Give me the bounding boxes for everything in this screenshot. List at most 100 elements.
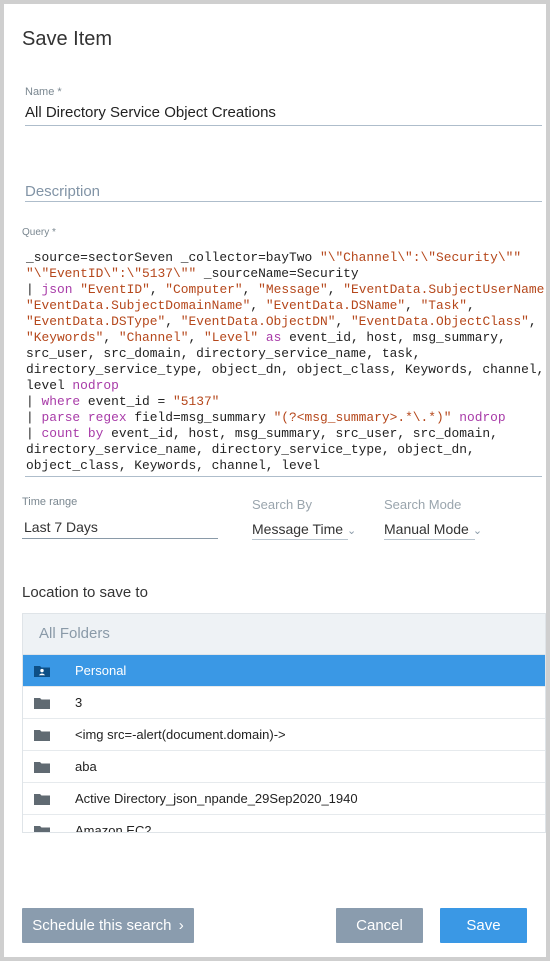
schedule-search-label: Schedule this search bbox=[32, 917, 172, 934]
query-line: src_user, src_domain, directory_service_… bbox=[26, 346, 542, 362]
query-keyword: count by bbox=[41, 426, 104, 441]
query-text: | bbox=[26, 282, 42, 297]
query-text: , bbox=[528, 314, 537, 329]
query-string: "EventData.DSName" bbox=[265, 298, 406, 313]
save-item-dialog: Save Item Name * All Directory Service O… bbox=[4, 4, 546, 957]
folder-row[interactable]: aba bbox=[23, 751, 545, 783]
chevron-down-icon: ⌄ bbox=[347, 525, 357, 537]
query-keyword: as bbox=[265, 330, 282, 345]
query-string: "\"EventID\":\"5137\"" bbox=[26, 266, 197, 281]
query-line: | json "EventID", "Computer", "Message",… bbox=[26, 282, 546, 298]
query-text: , bbox=[327, 282, 344, 297]
chevron-down-icon: ⌄ bbox=[472, 525, 483, 537]
folder-row[interactable]: Amazon EC2 bbox=[23, 815, 545, 833]
name-label: Name * bbox=[25, 86, 62, 98]
query-text: src_user, src_domain, directory_service_… bbox=[26, 346, 421, 361]
query-line: directory_service_name, directory_servic… bbox=[26, 442, 542, 458]
folder-row[interactable]: 3 bbox=[23, 687, 545, 719]
folder-icon bbox=[34, 793, 50, 805]
folder-row[interactable]: Active Directory_json_npande_29Sep2020_1… bbox=[23, 783, 545, 815]
query-label: Query * bbox=[22, 227, 56, 238]
query-string: "EventData.ObjectDN" bbox=[180, 314, 336, 329]
query-string: "EventData.SubjectUserName" bbox=[343, 282, 546, 297]
time-range-underline bbox=[22, 538, 218, 539]
query-text: directory_service_name, directory_servic… bbox=[26, 442, 475, 457]
query-text: | bbox=[26, 410, 42, 425]
search-mode-select[interactable]: Manual Mode ⌄ bbox=[384, 521, 482, 537]
location-title: Location to save to bbox=[22, 584, 148, 601]
query-text: directory_service_type, object_dn, objec… bbox=[26, 362, 545, 377]
folder-name: 3 bbox=[75, 695, 83, 710]
query-keyword: where bbox=[41, 394, 81, 409]
query-text: , bbox=[335, 314, 351, 329]
folder-list[interactable]: All Folders Personal 3 <img src=-alert(doc… bbox=[22, 613, 546, 833]
query-text: level bbox=[26, 378, 73, 393]
folder-name: Amazon EC2 bbox=[75, 823, 152, 833]
name-field[interactable]: All Directory Service Object Creations bbox=[25, 104, 276, 121]
query-string: "(?<msg_summary>.*\.*)" bbox=[273, 410, 452, 425]
folder-icon bbox=[34, 729, 50, 741]
query-string: "Computer" bbox=[165, 282, 243, 297]
query-keyword: parse regex bbox=[41, 410, 127, 425]
query-text: , bbox=[250, 298, 266, 313]
dialog-title: Save Item bbox=[22, 28, 113, 50]
search-mode-label: Search Mode bbox=[384, 497, 462, 512]
folder-row[interactable]: Personal bbox=[23, 655, 545, 687]
query-line: "Keywords", "Channel", "Level" as event_… bbox=[26, 330, 542, 346]
query-string: "Channel" bbox=[118, 330, 189, 345]
query-text: object_class, Keywords, channel, level bbox=[26, 458, 320, 473]
query-string: "5137" bbox=[173, 394, 220, 409]
query-keyword: json bbox=[41, 282, 73, 297]
search-mode-underline bbox=[384, 539, 475, 540]
query-text: , bbox=[188, 330, 204, 345]
description-field-underline bbox=[25, 201, 542, 202]
folder-name: Personal bbox=[75, 663, 127, 678]
query-string: "EventID" bbox=[80, 282, 150, 297]
query-line: | parse regex field=msg_summary "(?<msg_… bbox=[26, 410, 542, 426]
name-field-underline bbox=[25, 125, 542, 126]
cancel-button[interactable]: Cancel bbox=[336, 908, 423, 943]
query-text: event_id = bbox=[80, 394, 173, 409]
query-string: "\"Channel\":\"Security\"" bbox=[319, 250, 522, 265]
search-mode-value: Manual Mode bbox=[384, 521, 469, 537]
query-string: "Task" bbox=[420, 298, 467, 313]
folder-row[interactable]: <img src=-alert(document.domain)-> bbox=[23, 719, 545, 751]
query-text: | bbox=[26, 394, 42, 409]
schedule-search-button[interactable]: Schedule this search › bbox=[22, 908, 194, 943]
query-text: , bbox=[165, 314, 181, 329]
chevron-right-icon: › bbox=[178, 917, 184, 934]
query-string: "Keywords" bbox=[26, 330, 104, 345]
query-text bbox=[258, 330, 266, 345]
query-string: "Message" bbox=[258, 282, 328, 297]
query-string: "EventData.DSType" bbox=[26, 314, 166, 329]
query-text: , bbox=[103, 330, 119, 345]
query-line: "EventData.SubjectDomainName", "EventDat… bbox=[26, 298, 542, 314]
query-line: "EventData.DSType", "EventData.ObjectDN"… bbox=[26, 314, 542, 330]
folder-name: aba bbox=[75, 759, 97, 774]
query-text: event_id, host, msg_summary, bbox=[281, 330, 506, 345]
query-line: | where event_id = "5137" bbox=[26, 394, 542, 410]
query-text: field=msg_summary bbox=[126, 410, 274, 425]
query-keyword: nodrop bbox=[72, 378, 119, 393]
query-underline bbox=[25, 476, 542, 477]
folder-name: <img src=-alert(document.domain)-> bbox=[75, 727, 286, 742]
query-text: , bbox=[242, 282, 259, 297]
search-by-select[interactable]: Message Time ⌄ bbox=[252, 521, 356, 537]
folder-name: Active Directory_json_npande_29Sep2020_1… bbox=[75, 791, 358, 806]
query-editor[interactable]: _source=sectorSeven _collector=bayTwo "\… bbox=[26, 250, 546, 474]
search-by-value: Message Time bbox=[252, 521, 344, 537]
search-by-underline bbox=[252, 539, 348, 540]
description-field[interactable]: Description bbox=[25, 183, 100, 200]
personal-folder-icon bbox=[34, 665, 50, 677]
query-line: | count by event_id, host, msg_summary, … bbox=[26, 426, 542, 442]
query-keyword: nodrop bbox=[459, 410, 506, 425]
query-line: object_class, Keywords, channel, level bbox=[26, 458, 542, 474]
query-line: directory_service_type, object_dn, objec… bbox=[26, 362, 545, 378]
query-text: _sourceName=Security bbox=[196, 266, 359, 281]
query-text: event_id, host, msg_summary, src_user, s… bbox=[103, 426, 498, 441]
all-folders-header[interactable]: All Folders bbox=[23, 614, 545, 655]
save-button[interactable]: Save bbox=[440, 908, 527, 943]
folder-icon bbox=[34, 761, 50, 773]
time-range-field[interactable]: Last 7 Days bbox=[24, 519, 98, 535]
query-line: level nodrop bbox=[26, 378, 542, 394]
